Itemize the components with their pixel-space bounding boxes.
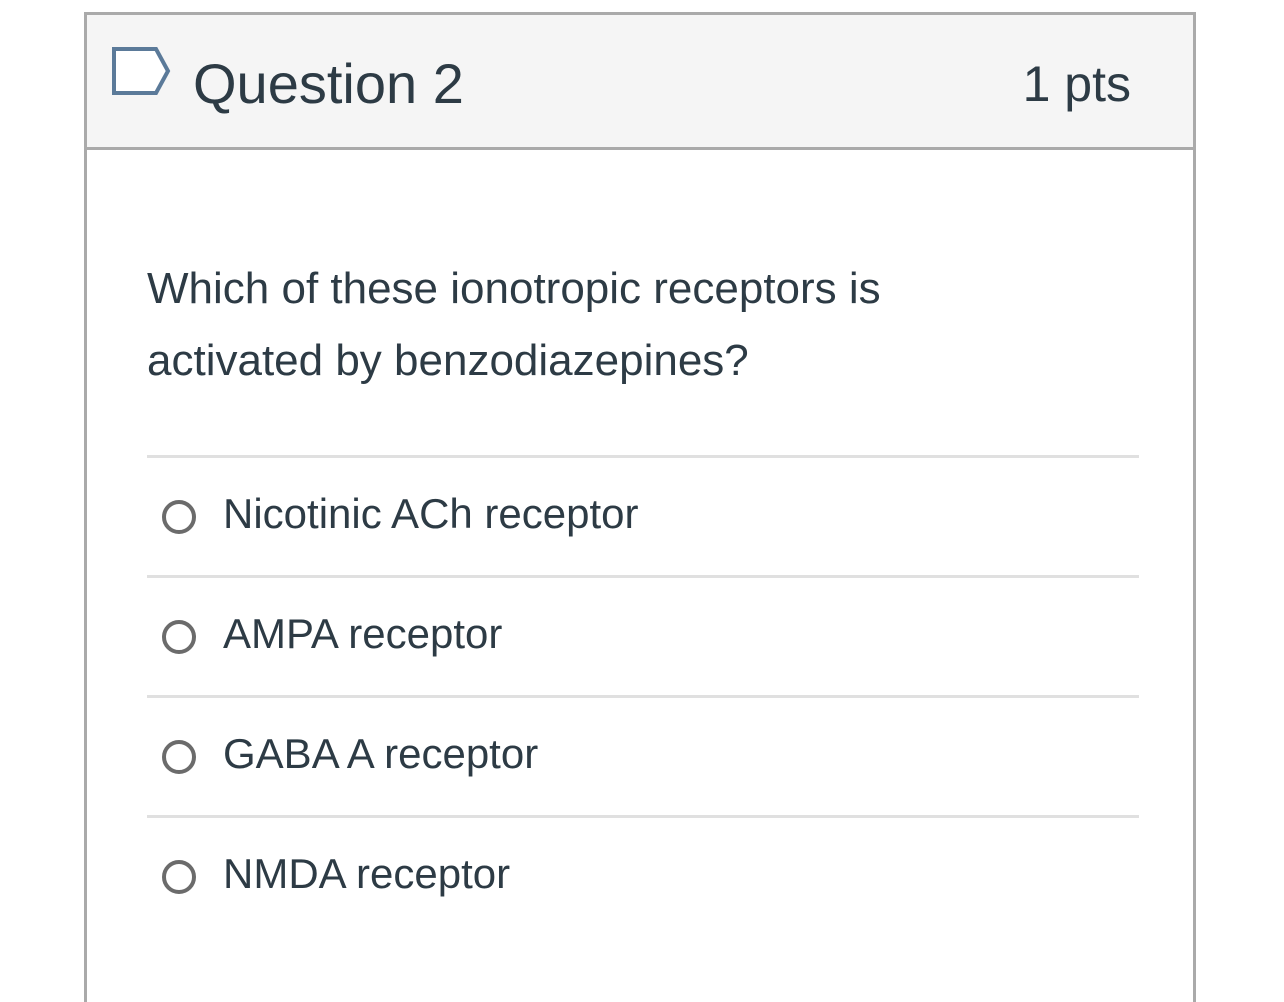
radio-button[interactable]	[162, 740, 196, 774]
answer-label[interactable]: NMDA receptor	[223, 848, 510, 900]
question-points: 1 pts	[1022, 56, 1131, 112]
question-header: Question 2 1 pts	[87, 15, 1193, 150]
answer-option-nicotinic[interactable]: Nicotinic ACh receptor	[147, 455, 1139, 575]
answer-option-gaba-a[interactable]: GABA A receptor	[147, 695, 1139, 815]
answer-list: Nicotinic ACh receptor AMPA receptor GAB…	[147, 455, 1139, 935]
answer-label[interactable]: Nicotinic ACh receptor	[223, 488, 639, 540]
answer-label[interactable]: AMPA receptor	[223, 608, 502, 660]
flag-question-icon[interactable]	[110, 45, 174, 97]
answer-option-nmda[interactable]: NMDA receptor	[147, 815, 1139, 935]
answer-option-ampa[interactable]: AMPA receptor	[147, 575, 1139, 695]
answer-label[interactable]: GABA A receptor	[223, 728, 538, 780]
question-text: Which of these ionotropic receptors is a…	[147, 264, 881, 385]
radio-button[interactable]	[162, 500, 196, 534]
question-card: Question 2 1 pts Which of these ionotrop…	[84, 12, 1196, 1002]
radio-button[interactable]	[162, 620, 196, 654]
radio-button[interactable]	[162, 860, 196, 894]
question-title: Question 2	[193, 52, 464, 115]
